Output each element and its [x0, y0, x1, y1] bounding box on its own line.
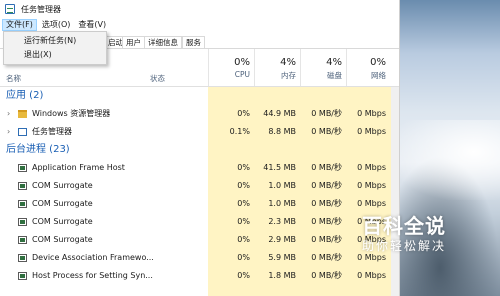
- cpu-value: 0%: [237, 253, 250, 262]
- process-icon: [18, 218, 27, 226]
- column-disk[interactable]: 4% 磁盘: [300, 49, 346, 86]
- process-name: Windows 资源管理器: [32, 109, 111, 118]
- watermark: 百科全说 助你轻松解决: [345, 214, 463, 272]
- disk-percent: 4%: [326, 57, 342, 68]
- chevron-right-icon[interactable]: ›: [7, 105, 10, 123]
- network-value: 0 Mbps: [357, 109, 386, 118]
- process-name: COM Surrogate: [32, 181, 93, 190]
- cpu-value: 0%: [237, 181, 250, 190]
- tab-details[interactable]: 详细信息: [144, 36, 182, 48]
- process-name: Device Association Framewo...: [32, 253, 154, 262]
- snow-peak: [390, 120, 500, 200]
- disk-value: 0 MB/秒: [311, 271, 342, 280]
- process-list: 应用 (2) › Windows 资源管理器 0% 44.9 MB 0 MB/秒…: [0, 87, 399, 285]
- group-background[interactable]: 后台进程 (23): [0, 141, 399, 159]
- process-name: COM Surrogate: [32, 235, 93, 244]
- memory-value: 1.0 MB: [268, 199, 296, 208]
- watermark-title: 百科全说: [362, 214, 446, 238]
- process-name: 任务管理器: [32, 127, 72, 136]
- network-value: 0 Mbps: [357, 127, 386, 136]
- process-name: COM Surrogate: [32, 199, 93, 208]
- process-icon: [18, 164, 27, 172]
- network-percent: 0%: [370, 57, 386, 68]
- memory-value: 2.9 MB: [268, 235, 296, 244]
- table-row[interactable]: Device Association Framewo... 0% 5.9 MB …: [0, 249, 399, 267]
- menu-file[interactable]: 文件(F): [2, 18, 37, 31]
- menu-exit[interactable]: 退出(X): [4, 48, 106, 62]
- column-name[interactable]: 名称: [6, 73, 21, 84]
- memory-value: 2.3 MB: [268, 217, 296, 226]
- memory-value: 1.0 MB: [268, 181, 296, 190]
- memory-value: 5.9 MB: [268, 253, 296, 262]
- process-icon: [18, 200, 27, 208]
- memory-value: 41.5 MB: [263, 163, 296, 172]
- disk-value: 0 MB/秒: [311, 199, 342, 208]
- disk-label: 磁盘: [327, 71, 342, 80]
- cpu-value: 0%: [237, 199, 250, 208]
- process-name: COM Surrogate: [32, 217, 93, 226]
- table-row[interactable]: COM Surrogate 0% 2.3 MB 0 MB/秒 0 Mbps: [0, 213, 399, 231]
- table-row[interactable]: COM Surrogate 0% 2.9 MB 0 MB/秒 0 Mbps: [0, 231, 399, 249]
- process-name: Application Frame Host: [32, 163, 125, 172]
- memory-label: 内存: [281, 71, 296, 80]
- menu-run-new-task[interactable]: 运行新任务(N): [4, 34, 106, 48]
- cpu-value: 0%: [237, 109, 250, 118]
- network-value: 0 Mbps: [357, 181, 386, 190]
- menu-view[interactable]: 查看(V): [75, 19, 109, 31]
- task-manager-window: 任务管理器 文件(F) 选项(O) 查看(V) 启动 用户 详细信息 服务 运行…: [0, 0, 400, 296]
- disk-value: 0 MB/秒: [311, 235, 342, 244]
- table-row[interactable]: Application Frame Host 0% 41.5 MB 0 MB/秒…: [0, 159, 399, 177]
- memory-value: 8.8 MB: [268, 127, 296, 136]
- column-network[interactable]: 0% 网络: [346, 49, 390, 86]
- cpu-value: 0%: [237, 235, 250, 244]
- watermark-subtitle: 助你轻松解决: [361, 239, 446, 253]
- cpu-label: CPU: [234, 70, 250, 79]
- folder-icon: [18, 110, 27, 118]
- cpu-percent: 0%: [234, 57, 250, 68]
- column-cpu[interactable]: 0% CPU: [208, 49, 254, 86]
- group-apps[interactable]: 应用 (2): [0, 87, 399, 105]
- process-icon: [18, 236, 27, 244]
- cpu-value: 0%: [237, 217, 250, 226]
- process-icon: [18, 272, 27, 280]
- tab-services[interactable]: 服务: [182, 36, 205, 48]
- tab-users[interactable]: 用户: [122, 36, 145, 48]
- table-row[interactable]: COM Surrogate 0% 1.0 MB 0 MB/秒 0 Mbps: [0, 177, 399, 195]
- window-title: 任务管理器: [21, 4, 61, 14]
- cpu-value: 0%: [237, 163, 250, 172]
- cpu-value: 0%: [237, 271, 250, 280]
- file-menu-dropdown: 运行新任务(N) 退出(X): [3, 31, 107, 65]
- disk-value: 0 MB/秒: [311, 217, 342, 226]
- disk-value: 0 MB/秒: [311, 163, 342, 172]
- menu-options[interactable]: 选项(O): [39, 19, 74, 31]
- title-bar: 任务管理器: [0, 0, 399, 18]
- table-row[interactable]: COM Surrogate 0% 1.0 MB 0 MB/秒 0 Mbps: [0, 195, 399, 213]
- network-value: 0 Mbps: [357, 199, 386, 208]
- cpu-value: 0.1%: [229, 127, 250, 136]
- process-icon: [18, 254, 27, 262]
- column-memory[interactable]: 4% 内存: [254, 49, 300, 86]
- disk-value: 0 MB/秒: [311, 127, 342, 136]
- table-row[interactable]: Host Process for Setting Syn... 0% 1.8 M…: [0, 267, 399, 285]
- network-label: 网络: [371, 71, 386, 80]
- memory-value: 44.9 MB: [263, 109, 296, 118]
- disk-value: 0 MB/秒: [311, 109, 342, 118]
- chevron-right-icon[interactable]: ›: [7, 123, 10, 141]
- disk-value: 0 MB/秒: [311, 181, 342, 190]
- process-icon: [18, 182, 27, 190]
- process-name: Host Process for Setting Syn...: [32, 271, 153, 280]
- column-status[interactable]: 状态: [150, 73, 165, 84]
- menu-bar: 文件(F) 选项(O) 查看(V): [0, 18, 399, 31]
- table-row[interactable]: › Windows 资源管理器 0% 44.9 MB 0 MB/秒 0 Mbps: [0, 105, 399, 123]
- memory-percent: 4%: [280, 57, 296, 68]
- network-value: 0 Mbps: [357, 163, 386, 172]
- table-row[interactable]: › 任务管理器 0.1% 8.8 MB 0 MB/秒 0 Mbps: [0, 123, 399, 141]
- disk-value: 0 MB/秒: [311, 253, 342, 262]
- memory-value: 1.8 MB: [268, 271, 296, 280]
- task-manager-icon: [5, 4, 15, 14]
- task-manager-icon: [18, 128, 27, 136]
